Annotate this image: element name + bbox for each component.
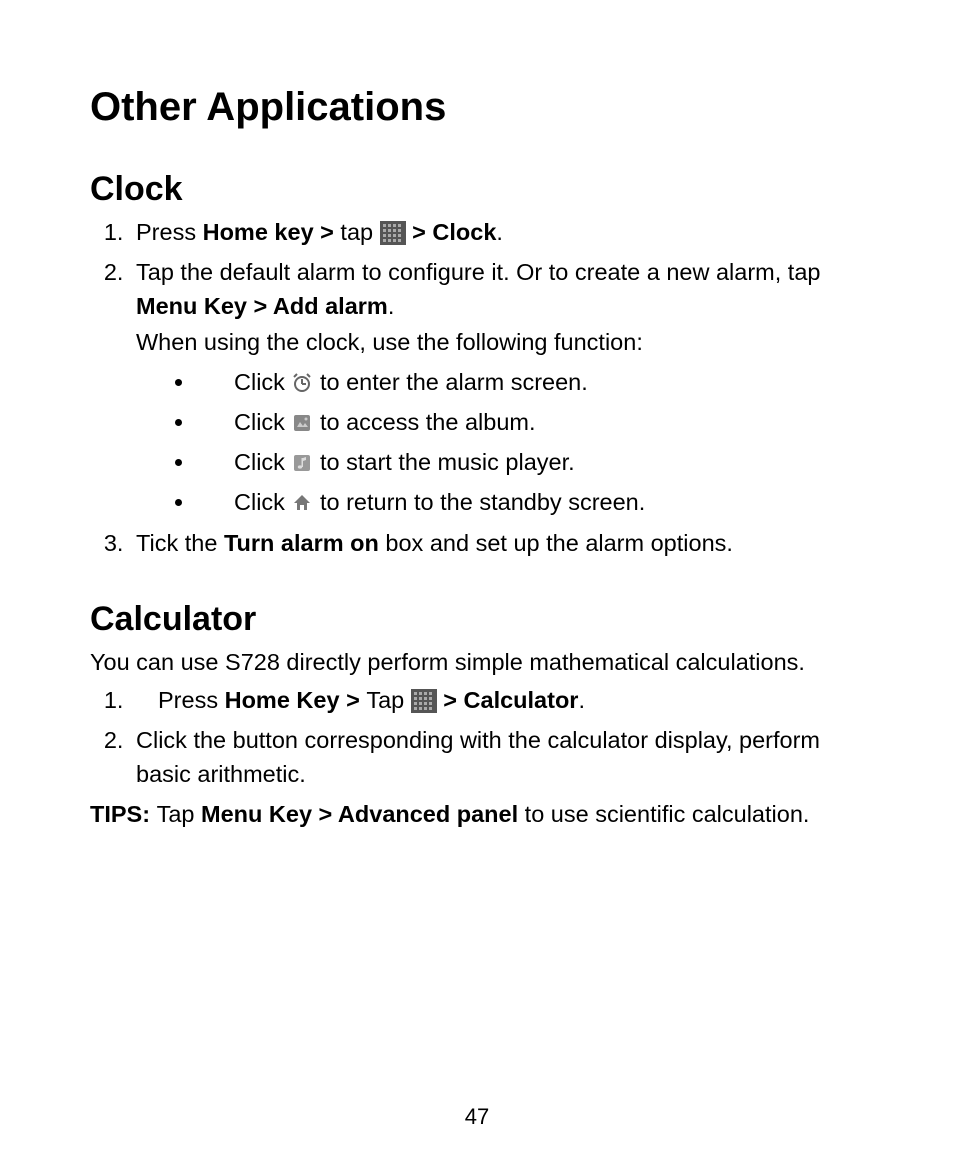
manual-page: Other Applications Clock Press Home key … [0,0,954,1168]
text: to start the music player. [313,449,574,475]
tips-paragraph: TIPS: Tap Menu Key > Advanced panel to u… [90,797,864,831]
text-bold: Home key > [203,219,341,245]
text: to use scientific calculation. [518,801,809,827]
text: box and set up the alarm options. [379,530,733,556]
calculator-heading: Calculator [90,600,864,639]
clock-heading: Clock [90,170,864,209]
text: to access the album. [313,409,535,435]
music-icon [291,449,313,471]
app-grid-icon [380,220,406,244]
text: to return to the standby screen. [313,489,645,515]
page-number: 47 [0,1104,954,1130]
page-title: Other Applications [90,85,864,130]
calculator-intro: You can use S728 directly perform simple… [90,645,864,679]
text: Press [136,219,203,245]
list-item: Press Home Key > Tap > Calculator. [130,683,864,717]
text: Click [234,369,291,395]
text: . [578,687,585,713]
text: Tick the [136,530,224,556]
text: When using the clock, use the following … [136,325,864,359]
album-icon [291,409,313,431]
text: Click the button corresponding with the … [136,727,820,787]
text-bold: > Clock [406,219,497,245]
text: . [496,219,503,245]
list-item: Click to return to the standby screen. [196,485,864,519]
list-item: Click the button corresponding with the … [130,723,864,791]
list-item: Click to access the album. [196,405,864,439]
text-bold: Turn alarm on [224,530,379,556]
tips-label: TIPS: [90,801,157,827]
text: . [388,293,395,319]
text-bold: > Calculator [437,687,579,713]
clock-steps-list: Press Home key > tap > Clock. Tap the de… [90,215,864,560]
alarm-clock-icon [291,369,313,391]
text: tap [340,219,379,245]
text: to enter the alarm screen. [313,369,587,395]
list-item: Press Home key > tap > Clock. [130,215,864,249]
text: Tap [366,687,410,713]
clock-functions-list: Click to enter the alarm screen. Click t… [136,365,864,519]
text: Click [234,409,291,435]
text: Tap [157,801,201,827]
calculator-steps-list: Press Home Key > Tap > Calculator. Click… [90,683,864,791]
list-item: Tick the Turn alarm on box and set up th… [130,526,864,560]
text-bold: Home Key > [225,687,367,713]
text: Click [234,449,291,475]
list-item: Click to enter the alarm screen. [196,365,864,399]
text: Tap the default alarm to configure it. O… [136,259,820,285]
text: Press [158,687,225,713]
list-item: Click to start the music player. [196,445,864,479]
list-item: Tap the default alarm to configure it. O… [130,255,864,519]
text-bold: Menu Key > Add alarm [136,293,388,319]
text-bold: Menu Key > Advanced panel [201,801,518,827]
home-icon [291,489,313,511]
text: Click [234,489,291,515]
app-grid-icon [411,688,437,712]
